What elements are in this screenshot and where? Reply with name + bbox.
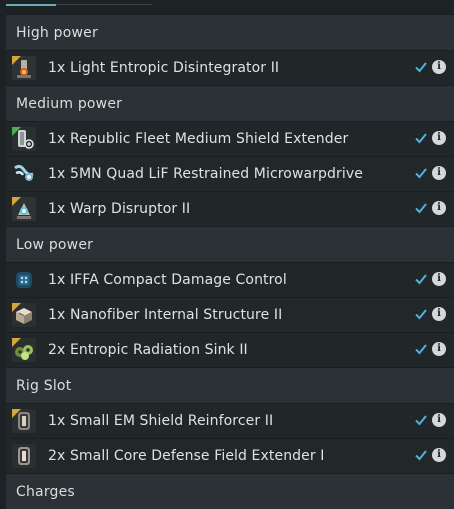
list-item[interactable]: 1x 5MN Quad LiF Restrained Microwarpdriv… [6,156,454,191]
section-title: Charges [16,483,75,500]
item-label: 2x Small Core Defense Field Extender I [48,448,325,464]
check-icon [415,309,427,320]
info-icon[interactable]: i [432,413,446,427]
item-label: 1x IFFA Compact Damage Control [48,272,287,288]
tab-bar [0,0,454,14]
info-icon[interactable]: i [432,60,446,74]
nanofiber-icon [12,303,36,327]
info-icon[interactable]: i [432,272,446,286]
check-icon [415,133,427,144]
check-icon [415,274,427,285]
info-icon[interactable]: i [432,342,446,356]
item-label: 1x Nanofiber Internal Structure II [48,307,283,323]
item-label: 1x Republic Fleet Medium Shield Extender [48,131,349,147]
list-item[interactable]: 2x Small Core Defense Field Extender I i [6,438,454,473]
list-item[interactable]: 1x IFFA Compact Damage Control i [6,262,454,297]
tab-divider [56,4,152,5]
section-title: High power [16,24,98,41]
damage-control-icon [12,268,36,292]
section-title: Medium power [16,95,123,112]
check-icon [415,168,427,179]
item-label: 1x Light Entropic Disintegrator II [48,60,280,76]
section-header-low-power[interactable]: Low power [6,226,454,262]
list-item[interactable]: 1x Small EM Shield Reinforcer II i [6,403,454,438]
section-title: Rig Slot [16,377,72,394]
check-icon [415,62,427,73]
field-extender-rig-icon [12,444,36,468]
section-header-rig-slot[interactable]: Rig Slot [6,367,454,403]
item-label: 1x Warp Disruptor II [48,201,191,217]
info-icon[interactable]: i [432,131,446,145]
shield-reinforcer-rig-icon [12,409,36,433]
check-icon [415,203,427,214]
list-item[interactable]: 1x Republic Fleet Medium Shield Extender… [6,121,454,156]
info-icon[interactable]: i [432,448,446,462]
check-icon [415,344,427,355]
info-icon[interactable]: i [432,201,446,215]
info-icon[interactable]: i [432,166,446,180]
fitting-list: High power 1x Light Entropic Disintegrat… [6,14,454,509]
item-label: 1x 5MN Quad LiF Restrained Microwarpdriv… [48,166,363,182]
list-item[interactable]: 1x Warp Disruptor II i [6,191,454,226]
check-icon [415,450,427,461]
active-tab-indicator [6,4,56,6]
radiation-sink-icon [12,338,36,362]
list-item[interactable]: 2x Entropic Radiation Sink II i [6,332,454,367]
warp-disruptor-icon [12,197,36,221]
check-icon [415,415,427,426]
shield-extender-icon [12,127,36,151]
list-item[interactable]: 1x Nanofiber Internal Structure II i [6,297,454,332]
section-header-medium-power[interactable]: Medium power [6,85,454,121]
section-header-charges[interactable]: Charges [6,473,454,509]
entropic-disintegrator-icon [12,56,36,80]
section-title: Low power [16,236,94,253]
info-icon[interactable]: i [432,307,446,321]
list-item[interactable]: 1x Light Entropic Disintegrator II i [6,50,454,85]
item-label: 1x Small EM Shield Reinforcer II [48,413,274,429]
microwarpdrive-icon [12,162,36,186]
item-label: 2x Entropic Radiation Sink II [48,342,248,358]
section-header-high-power[interactable]: High power [6,14,454,50]
